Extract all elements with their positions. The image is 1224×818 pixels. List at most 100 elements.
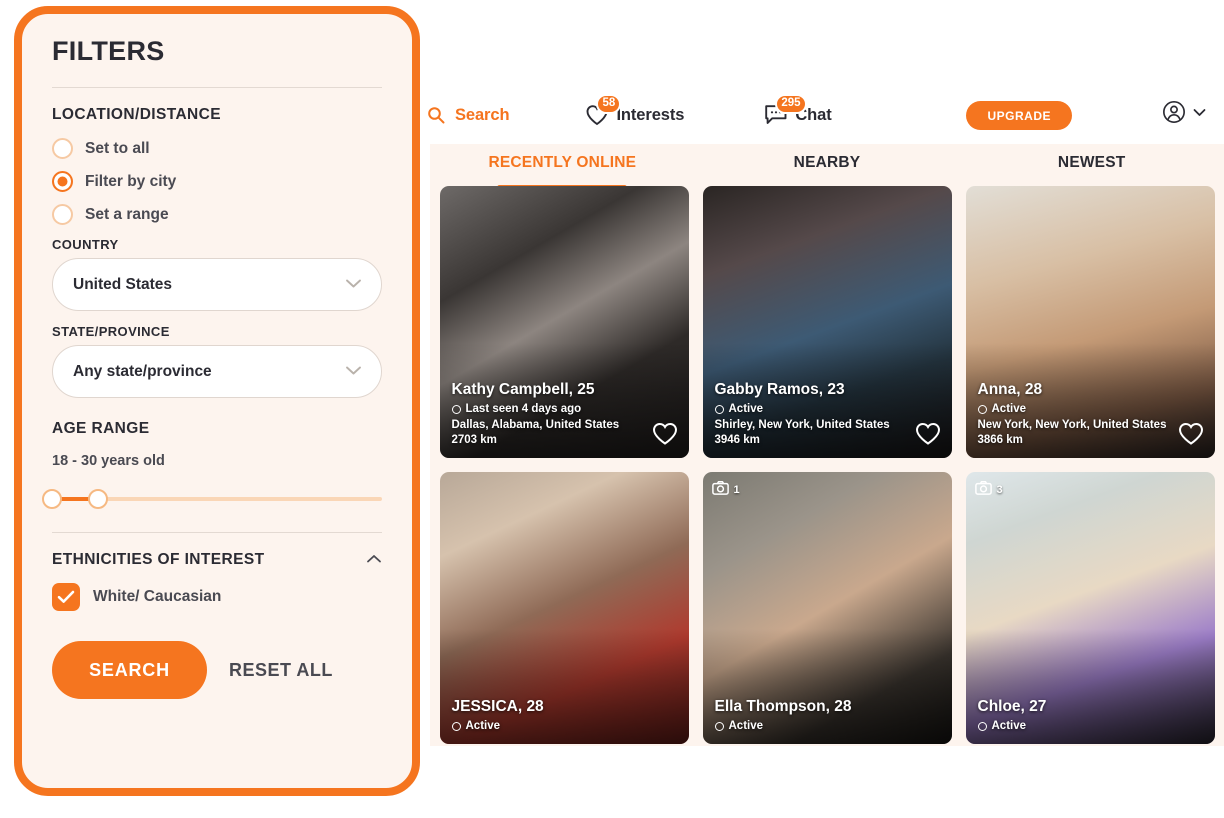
nav-label-search: Search (455, 105, 510, 124)
checkbox-label: White/ Caucasian (93, 588, 222, 605)
favorite-heart-icon[interactable] (652, 422, 678, 446)
search-button[interactable]: SEARCH (52, 641, 207, 699)
camera-icon (711, 481, 729, 498)
main-content: Search 58 Interests 295 Chat UPGRADE REC… (428, 0, 1224, 818)
profile-status-text: Active (728, 720, 764, 733)
photo-count-badge: 1 (711, 481, 740, 498)
profile-status-text: Active (465, 720, 501, 733)
nav-item-interests[interactable]: 58 Interests (585, 94, 685, 127)
upgrade-button[interactable]: UPGRADE (966, 101, 1072, 130)
photo-count-badge: 3 (974, 481, 1003, 498)
status-dot-icon (977, 404, 987, 414)
profile-info: Kathy Campbell, 25 Last seen 4 days ago … (451, 380, 620, 448)
radio-icon (52, 138, 73, 159)
profile-info: JESSICA, 28 Active (451, 697, 544, 734)
profile-status: Active (714, 719, 852, 734)
state-select[interactable]: Any state/province (52, 345, 382, 398)
section-ethnicities-label: ETHNICITIES OF INTEREST (52, 551, 265, 568)
page-title: FILTERS (52, 36, 165, 66)
status-dot-icon (714, 722, 724, 732)
profile-status: Last seen 4 days ago (451, 402, 620, 417)
top-navigation: Search 58 Interests 295 Chat (428, 86, 1224, 144)
profile-name: Gabby Ramos, 23 (714, 381, 845, 399)
profile-info: Anna, 28 Active New York, New York, Unit… (977, 380, 1167, 448)
radio-set-to-all[interactable]: Set to all (52, 138, 382, 159)
account-circle-icon (1162, 100, 1186, 124)
tab-newest[interactable]: NEWEST (959, 144, 1224, 186)
profile-card[interactable]: 1 Ella Thompson, 28 Active (702, 472, 952, 744)
radio-label: Filter by city (85, 172, 177, 190)
profile-card[interactable]: 3 Chloe, 27 Active (965, 472, 1215, 744)
tab-recently-online[interactable]: RECENTLY ONLINE (430, 144, 695, 186)
filters-panel: FILTERS LOCATION/DISTANCE Set to all Fil… (14, 6, 420, 796)
badge-interests: 58 (596, 94, 622, 114)
profile-status-text: Active (991, 720, 1027, 733)
favorite-heart-icon[interactable] (915, 422, 941, 446)
profile-location: Dallas, Alabama, United States (451, 418, 620, 431)
profile-card[interactable]: Gabby Ramos, 23 Active Shirley, New York… (702, 186, 952, 458)
badge-chat: 295 (775, 94, 807, 114)
profile-location: Shirley, New York, United States (714, 418, 890, 431)
chevron-down-icon (345, 276, 362, 294)
search-icon (424, 103, 448, 127)
status-dot-icon (977, 722, 987, 732)
photo-count-label: 1 (733, 483, 740, 496)
profile-name: JESSICA, 28 (451, 698, 544, 716)
chevron-down-icon (345, 363, 362, 381)
profile-location: New York, New York, United States (977, 418, 1167, 431)
country-select[interactable]: United States (52, 258, 382, 311)
radio-icon-selected (52, 171, 73, 192)
checkbox-white-caucasian[interactable]: White/ Caucasian (52, 583, 382, 611)
section-age-range: AGE RANGE (52, 420, 150, 437)
divider (52, 532, 382, 533)
account-menu[interactable] (1162, 100, 1206, 124)
nav-label-interests: Interests (616, 105, 685, 124)
radio-icon (52, 204, 73, 225)
reset-all-button[interactable]: RESET ALL (229, 660, 333, 681)
profile-info: Gabby Ramos, 23 Active Shirley, New York… (714, 380, 890, 448)
profile-status: Active (451, 719, 544, 734)
status-dot-icon (451, 722, 461, 732)
profile-grid: Kathy Campbell, 25 Last seen 4 days ago … (430, 186, 1224, 746)
camera-icon (974, 481, 992, 498)
profile-card[interactable]: JESSICA, 28 Active (439, 472, 689, 744)
profile-info: Ella Thompson, 28 Active (714, 697, 852, 734)
favorite-heart-icon[interactable] (1178, 422, 1204, 446)
profile-status: Active (977, 719, 1047, 734)
profile-distance: 3866 km (977, 434, 1023, 447)
slider-handle-min[interactable] (42, 489, 62, 509)
photo-count-label: 3 (996, 483, 1003, 496)
section-ethnicities[interactable]: ETHNICITIES OF INTEREST (52, 551, 382, 569)
profile-status: Active (977, 402, 1167, 417)
section-location-distance: LOCATION/DISTANCE (52, 106, 221, 123)
profile-info: Chloe, 27 Active (977, 697, 1047, 734)
status-dot-icon (451, 404, 461, 414)
country-select-value: United States (73, 275, 173, 293)
radio-set-a-range[interactable]: Set a range (52, 204, 382, 225)
profile-status-text: Last seen 4 days ago (465, 402, 582, 415)
age-range-slider[interactable] (42, 488, 382, 510)
age-range-value: 18 - 30 years old (52, 453, 165, 469)
label-state-province: STATE/PROVINCE (52, 324, 170, 339)
state-select-value: Any state/province (73, 362, 212, 380)
radio-filter-by-city[interactable]: Filter by city (52, 171, 382, 192)
nav-item-chat[interactable]: 295 Chat (764, 94, 832, 127)
profile-status-text: Active (991, 402, 1027, 415)
tab-nearby[interactable]: NEARBY (695, 144, 960, 186)
checkbox-checked-icon (52, 583, 80, 611)
profile-card[interactable]: Anna, 28 Active New York, New York, Unit… (965, 186, 1215, 458)
profile-status-text: Active (728, 402, 764, 415)
profile-name: Kathy Campbell, 25 (451, 381, 595, 399)
nav-item-search[interactable]: Search (424, 103, 510, 127)
divider (52, 87, 382, 88)
profile-distance: 2703 km (451, 434, 497, 447)
chevron-up-icon (366, 551, 382, 569)
chat-icon: 295 (764, 94, 807, 127)
profile-name: Chloe, 27 (977, 698, 1047, 716)
profile-status: Active (714, 402, 890, 417)
status-dot-icon (714, 404, 724, 414)
profile-name: Anna, 28 (977, 381, 1043, 399)
profile-card[interactable]: Kathy Campbell, 25 Last seen 4 days ago … (439, 186, 689, 458)
slider-handle-max[interactable] (88, 489, 109, 509)
profile-distance: 3946 km (714, 434, 760, 447)
